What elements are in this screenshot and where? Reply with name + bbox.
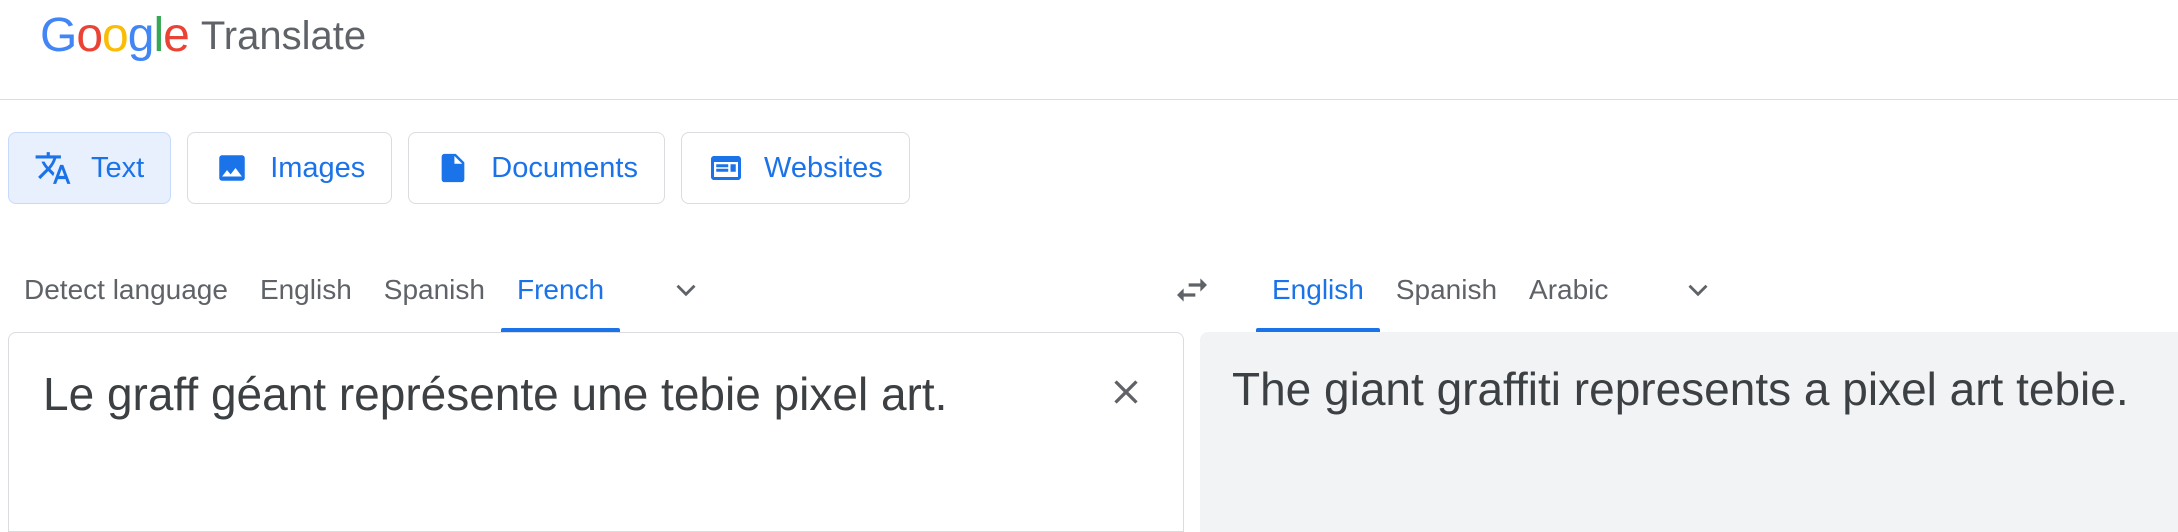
swap-icon — [1177, 278, 1207, 302]
brand[interactable]: Google Translate — [40, 6, 366, 66]
translation-output-panel: The giant graffiti represents a pixel ar… — [1200, 332, 2178, 532]
close-icon — [1114, 380, 1138, 404]
documents-mode-button[interactable]: Documents — [408, 132, 665, 204]
source-text-panel[interactable]: Le graff géant représente une tebie pixe… — [8, 332, 1184, 532]
chevron-down-icon — [676, 284, 696, 297]
app-header: Google Translate — [0, 0, 2178, 100]
product-name: Translate — [200, 14, 367, 58]
source-lang-spanish[interactable]: Spanish — [368, 248, 501, 332]
swap-languages-button[interactable] — [1162, 260, 1222, 320]
source-lang-detect[interactable]: Detect language — [8, 248, 244, 332]
websites-mode-button[interactable]: Websites — [680, 132, 910, 204]
images-mode-label: Images — [270, 151, 366, 184]
source-more-languages-button[interactable] — [656, 248, 716, 332]
google-logo: Google — [40, 9, 190, 62]
source-language-bar: Detect language English Spanish French — [8, 248, 716, 332]
images-mode-button[interactable]: Images — [187, 132, 393, 204]
translation-output-text: The giant graffiti represents a pixel ar… — [1232, 363, 2129, 415]
source-lang-french[interactable]: French — [500, 248, 621, 332]
translate-icon — [33, 148, 73, 188]
documents-mode-label: Documents — [491, 151, 638, 184]
clear-source-button[interactable] — [1101, 367, 1151, 417]
target-lang-spanish[interactable]: Spanish — [1380, 248, 1513, 332]
source-text-input[interactable]: Le graff géant représente une tebie pixe… — [43, 367, 947, 421]
website-icon — [706, 148, 746, 188]
websites-mode-label: Websites — [763, 151, 883, 184]
target-lang-english[interactable]: English — [1256, 248, 1380, 332]
text-mode-button[interactable]: Text — [8, 132, 172, 204]
document-icon — [433, 148, 473, 188]
mode-tabs: Text Images Documents Websites — [8, 132, 910, 204]
image-icon — [212, 148, 252, 188]
target-lang-arabic[interactable]: Arabic — [1513, 248, 1624, 332]
target-language-bar: English Spanish Arabic — [1256, 248, 1728, 332]
source-lang-english[interactable]: English — [244, 248, 368, 332]
chevron-down-icon — [1688, 284, 1708, 297]
main-menu-icon[interactable] — [0, 22, 4, 50]
text-mode-label: Text — [91, 151, 145, 184]
target-more-languages-button[interactable] — [1668, 248, 1728, 332]
